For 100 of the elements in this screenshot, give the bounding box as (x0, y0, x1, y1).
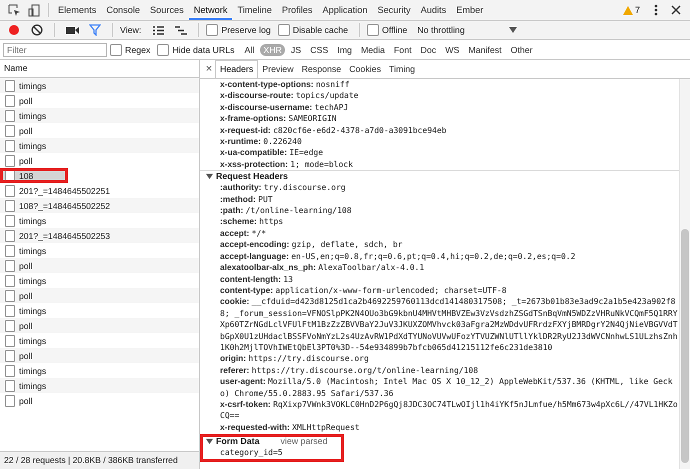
header-line: x-runtime: 0.226240 (219, 136, 303, 148)
request-row[interactable]: poll (0, 348, 199, 363)
checkbox-label[interactable]: Preserve log (221, 25, 271, 35)
request-row[interactable]: timings (0, 78, 199, 93)
close-button[interactable]: × (203, 63, 215, 75)
view-parsed-link[interactable]: view parsed (280, 436, 328, 448)
checkbox[interactable] (206, 24, 218, 36)
type-filter[interactable]: Other (508, 44, 536, 56)
header-line: x-request-id: c820cf6e-e6d2-4378-a7d0-a3091bce94eb (219, 124, 448, 136)
panel-tab[interactable]: Timeline (232, 0, 277, 20)
type-filter[interactable]: JS (288, 44, 304, 56)
header-line: x-frame-options: SAMEORIGIN (219, 113, 338, 125)
type-filter[interactable]: Font (390, 44, 415, 56)
request-name: poll (19, 396, 32, 406)
file-icon (5, 304, 15, 316)
request-row[interactable]: timings (0, 273, 199, 288)
detail-tab[interactable]: Cookies (345, 60, 385, 78)
request-name: timings (19, 216, 46, 226)
detail-tab[interactable]: Headers (215, 60, 258, 78)
file-icon (5, 124, 15, 136)
type-filter[interactable]: All (242, 44, 258, 56)
panel-tab[interactable]: Profiles (276, 0, 318, 20)
header-line: content-type: application/x-www-form-urlencoded; charset=UTF-8 (219, 284, 508, 296)
request-name: 108 (19, 170, 34, 180)
file-icon (5, 154, 15, 166)
caret-icon (509, 27, 518, 33)
file-icon (5, 200, 15, 212)
request-row[interactable]: 201?_=1484645502251 (0, 183, 199, 198)
type-filter[interactable]: Manifest (465, 44, 505, 56)
scrollbar[interactable] (679, 79, 690, 469)
request-row[interactable]: timings (0, 333, 199, 348)
detail-tab[interactable]: Response (298, 60, 346, 78)
request-row[interactable]: poll (0, 258, 199, 273)
request-name: timings (19, 80, 46, 90)
checkbox[interactable] (110, 44, 122, 56)
header-line: x-discourse-username: techAPJ (219, 102, 350, 114)
panel-tab[interactable]: Sources (145, 0, 189, 20)
request-row[interactable]: 108?_=1484645502252 (0, 198, 199, 213)
checkbox-label[interactable]: Hide data URLs (172, 44, 235, 54)
header-line: x-content-type-options: nosniff (219, 79, 351, 90)
header-line: user-agent: Mozilla/5.0 (Macintosh; Intel Mac OS X 10_12_2) AppleWebKit/537.36 (KHTML, like Gecko) Chrome/55.0.2883.95 Safari/537.36 (219, 376, 674, 399)
checkbox[interactable] (278, 24, 290, 36)
file-icon (5, 380, 15, 392)
request-row[interactable]: timings (0, 378, 199, 393)
header-line: referer: https://try.discourse.org/t/online-learning/108 (219, 364, 480, 376)
disclosure-triangle-icon[interactable] (206, 173, 213, 180)
panel-tab[interactable]: Application (317, 0, 372, 20)
request-name: poll (19, 260, 32, 270)
section-title[interactable]: Request Headers (216, 171, 288, 182)
request-row[interactable]: timings (0, 303, 199, 318)
panel-tab[interactable]: Security (372, 0, 416, 20)
request-row[interactable]: poll (0, 93, 199, 108)
detail-tab[interactable]: Preview (258, 60, 298, 78)
header-line: origin: https://try.discourse.org (219, 353, 370, 365)
request-row[interactable]: timings (0, 243, 199, 258)
panel-tab[interactable]: Elements (53, 0, 102, 20)
request-row[interactable]: timings (0, 138, 199, 153)
panel-tab[interactable]: Console (101, 0, 146, 20)
section-title[interactable]: Form Data (216, 436, 260, 448)
header-line: content-length: 13 (219, 274, 294, 285)
request-row[interactable]: timings (0, 213, 199, 228)
header-line: :path: /t/online-learning/108 (219, 205, 353, 216)
type-filter[interactable]: CSS (307, 44, 332, 56)
type-filter[interactable]: Media (358, 44, 388, 56)
panel-tab[interactable]: Audits (416, 0, 452, 20)
request-row[interactable]: timings (0, 363, 199, 378)
checkbox[interactable] (157, 44, 170, 56)
request-row[interactable]: poll (0, 288, 199, 303)
type-filter[interactable]: Img (334, 44, 355, 56)
request-name: poll (19, 156, 32, 166)
request-row[interactable]: 201?_=1484645502253 (0, 228, 199, 243)
header-line: x-ua-compatible: IE=edge (219, 147, 324, 159)
request-row[interactable]: poll (0, 153, 199, 168)
detail-tab[interactable]: Timing (384, 60, 420, 78)
request-row[interactable]: poll (0, 393, 199, 408)
file-icon (5, 394, 15, 406)
header-line: x-requested-with: XMLHttpRequest (219, 422, 361, 434)
file-icon (5, 140, 15, 152)
checkbox-label[interactable]: Offline (382, 25, 408, 35)
header-line: :method: PUT (219, 194, 274, 206)
checkbox[interactable] (367, 24, 380, 36)
type-filter[interactable]: WS (442, 44, 462, 56)
panel-tab[interactable]: Ember (451, 0, 488, 20)
request-row[interactable]: poll (0, 318, 199, 333)
disclosure-triangle-icon[interactable] (206, 438, 213, 446)
file-icon (5, 230, 15, 242)
checkbox-label[interactable]: Regex (125, 44, 150, 54)
request-row[interactable]: timings (0, 108, 199, 123)
warning-count[interactable]: 7 (634, 5, 640, 15)
type-filter[interactable]: Doc (418, 44, 440, 56)
header-line: x-xss-protection: 1; mode=block (219, 158, 354, 170)
header-line: accept-encoding: gzip, deflate, sdch, br (219, 239, 404, 251)
filter-field[interactable]: Filter (3, 42, 107, 56)
request-name: 108?_=1484645502252 (19, 200, 110, 210)
file-icon (5, 94, 15, 106)
request-name: timings (19, 110, 46, 120)
checkbox-label[interactable]: Disable cache (292, 25, 348, 35)
request-row[interactable]: poll (0, 123, 199, 138)
throttling-dropdown[interactable]: No throttling (414, 25, 520, 35)
request-row[interactable]: 108 (0, 168, 68, 183)
